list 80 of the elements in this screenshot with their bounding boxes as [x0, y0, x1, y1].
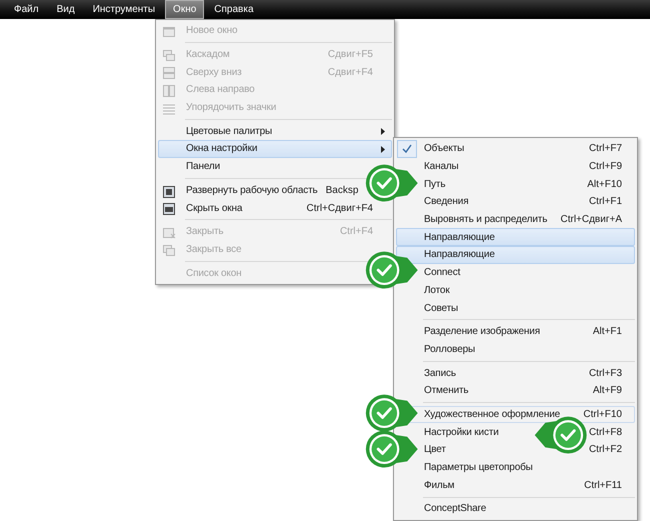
shortcut-text: Ctrl+Сдвиг+A: [560, 214, 622, 226]
menu-item[interactable]: Советы: [396, 299, 635, 317]
menu-item[interactable]: Выровнять и распределить Ctrl+Сдвиг+A: [396, 210, 635, 228]
menu-item-label: Закрыть: [186, 226, 224, 238]
menu-item-label: Путь: [424, 178, 446, 190]
menu-item-label: ConceptShare: [424, 503, 488, 514]
shortcut-text: Alt+F1: [592, 326, 622, 338]
expand-icon: [162, 184, 176, 198]
windows-icon: [162, 244, 176, 258]
menu-item-label: Цвет: [424, 444, 447, 456]
cascade-windows-icon: [162, 48, 176, 63]
close-window-icon: [162, 226, 176, 240]
menu-item[interactable]: Запись Ctrl+F3: [396, 364, 635, 382]
menu-item-label: Выровнять и распределить: [424, 214, 548, 226]
menu-item[interactable]: Отменить Alt+F9: [396, 382, 635, 400]
menu-item-label: Закрыть все: [186, 244, 242, 255]
menu-item[interactable]: ConceptShare: [396, 500, 635, 518]
menu-item-label: Панели: [186, 161, 222, 172]
menu-bar-item[interactable]: Файл: [6, 0, 47, 19]
menu-item-label: Сведения: [424, 196, 470, 208]
menu-item-label: Сверху вниз: [186, 66, 243, 78]
stacked-windows-icon: [162, 66, 176, 80]
shortcut-text: Ctrl+Сдвиг+F4: [306, 202, 373, 214]
menu-item-label: Художественное оформление: [424, 408, 562, 420]
menu-item[interactable]: Скрыть окна Ctrl+Сдвиг+F4: [158, 199, 392, 217]
menu-item-label: Запись: [424, 368, 457, 379]
menu-item-label: Развернуть рабочую область: [186, 184, 318, 196]
menu-item-label: Каскадом: [186, 49, 231, 60]
menu-item[interactable]: Лоток: [396, 282, 635, 300]
shortcut-text: Ctrl+F2: [588, 444, 622, 456]
menu-item[interactable]: Ролловеры: [396, 340, 635, 358]
shortcut-text: Ctrl+F8: [588, 426, 622, 438]
menu-item-label: Фильм: [424, 480, 456, 491]
shortcut-text: Ctrl+F10: [583, 408, 622, 420]
menu-item-label: Объекты: [424, 143, 466, 154]
menu-bar-item[interactable]: Окно: [165, 0, 204, 19]
menu-bar-item[interactable]: Вид: [48, 0, 83, 19]
list-icon: [162, 102, 176, 116]
menu-item[interactable]: Объекты Ctrl+F7: [396, 140, 635, 158]
menu-item-label: Отменить: [424, 385, 470, 396]
menu-item[interactable]: Направляющие: [396, 246, 635, 264]
shortcut-text: Сдвиг+F5: [328, 49, 373, 60]
menu-item[interactable]: Разделение изображения Alt+F1: [396, 322, 635, 341]
menu-item-label: Каналы: [424, 161, 460, 172]
menu-item-label: Цветовые палитры: [186, 126, 274, 137]
menu-item-label: Слева направо: [186, 84, 256, 96]
menu-item-label: Connect: [424, 267, 462, 278]
menu-item[interactable]: Развернуть рабочую область Backsp: [158, 182, 392, 200]
menu-item-label: Направляющие: [424, 232, 496, 243]
menu-item-label: Скрыть окна: [186, 202, 244, 214]
menu-item[interactable]: Окна настройки: [158, 140, 392, 158]
shortcut-text: Сдвиг+F4: [328, 66, 373, 78]
shortcut-text: Backsp: [326, 184, 358, 196]
shortcut-text: Ctrl+F1: [588, 196, 622, 208]
menu-item-label: Параметры цветопробы: [424, 462, 534, 474]
menu-item[interactable]: Направляющие: [396, 228, 635, 246]
shortcut-text: Ctrl+F3: [588, 368, 622, 379]
menu-item-label: Советы: [424, 302, 460, 314]
menu-item[interactable]: Фильм Ctrl+F11: [396, 476, 635, 494]
menu-item-label: Лоток: [424, 284, 451, 296]
menu-item-label: Разделение изображения: [424, 326, 542, 338]
menu-item[interactable]: Цветовые палитры: [158, 122, 392, 140]
window-icon: [162, 25, 176, 39]
side-by-side-windows-icon: [162, 84, 176, 98]
menu-bar-item[interactable]: Справка: [206, 0, 262, 19]
shortcut-text: Ctrl+F11: [584, 480, 622, 491]
menu-item-label: Окна настройки: [186, 143, 258, 154]
window-icon: [162, 202, 176, 216]
shortcut-text: Ctrl+F7: [588, 143, 622, 154]
shortcut-text: Ctrl+F4: [340, 226, 373, 238]
menu-item-label: Список окон: [186, 268, 243, 279]
menu-bar-item[interactable]: Инструменты: [84, 0, 164, 19]
menu-item-label: Упорядочить значки: [186, 102, 278, 114]
shortcut-text: Alt+F10: [587, 178, 622, 190]
menu-item-label: Направляющие: [424, 249, 496, 260]
menu-item-label: Настройки кисти: [424, 426, 500, 438]
menu-item-label: Новое окно: [186, 25, 238, 36]
shortcut-text: Ctrl+F9: [588, 161, 622, 172]
menu-item-label: Ролловеры: [424, 344, 476, 355]
shortcut-text: Alt+F9: [592, 385, 622, 396]
